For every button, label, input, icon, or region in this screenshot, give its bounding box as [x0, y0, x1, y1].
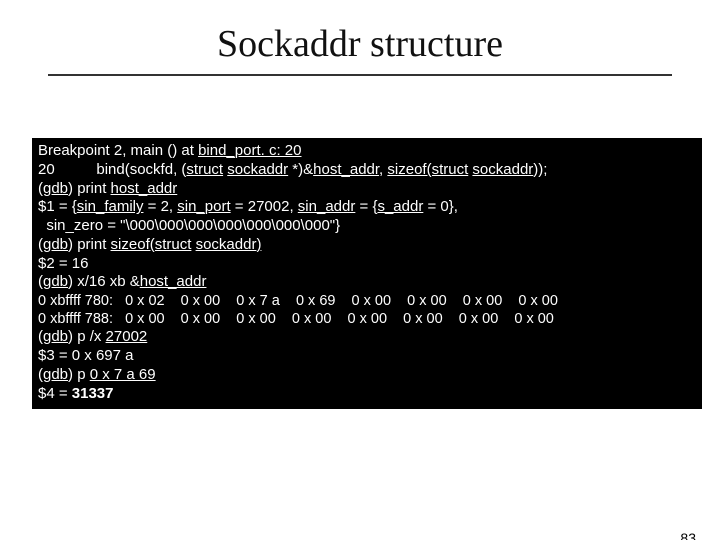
- text: ));: [533, 161, 547, 178]
- text: $4 =: [38, 385, 72, 402]
- slide: Sockaddr structure Breakpoint 2, main ()…: [0, 22, 720, 540]
- text: sizeof(struct: [111, 236, 192, 253]
- terminal-line: $4 = 31337: [38, 385, 696, 404]
- text: 0 xbffff 788: 0 x 00 0 x 00 0 x 00 0 x 0…: [38, 311, 554, 327]
- text: sockaddr: [227, 161, 288, 178]
- text: sin_addr: [298, 198, 356, 215]
- terminal-line: (gdb) p /x 27002: [38, 328, 696, 347]
- text: 0 xbffff 780: 0 x 02 0 x 00 0 x 7 a 0 x …: [38, 293, 558, 309]
- text: host_addr: [140, 273, 207, 290]
- text: Breakpoint 2, main () at: [38, 142, 198, 159]
- terminal-memdump-line: 0 xbffff 780: 0 x 02 0 x 00 0 x 7 a 0 x …: [38, 292, 696, 310]
- text: host_addr: [111, 180, 178, 197]
- terminal-line: (gdb) print host_addr: [38, 180, 696, 199]
- text: gdb: [43, 273, 68, 290]
- text: struct: [186, 161, 223, 178]
- text: sockaddr: [472, 161, 533, 178]
- text: ) p: [68, 366, 90, 383]
- text: gdb: [43, 328, 68, 345]
- text: bind_port. c: 20: [198, 142, 301, 159]
- text: ) p /x: [68, 328, 106, 345]
- terminal-line: sin_zero = "\000\000\000\000\000\000\000…: [38, 217, 696, 236]
- slide-title: Sockaddr structure: [0, 22, 720, 66]
- terminal-line: (gdb) print sizeof(struct sockaddr): [38, 236, 696, 255]
- text: host_addr: [313, 161, 379, 178]
- text: gdb: [43, 366, 68, 383]
- terminal-memdump-line: 0 xbffff 788: 0 x 00 0 x 00 0 x 00 0 x 0…: [38, 310, 696, 328]
- terminal-line: $3 = 0 x 697 a: [38, 347, 696, 366]
- text: = 0},: [423, 198, 458, 215]
- terminal-line: (gdb) p 0 x 7 a 69: [38, 366, 696, 385]
- text: gdb: [43, 236, 68, 253]
- text: ) x/16 xb &: [68, 273, 140, 290]
- text: 31337: [72, 385, 114, 402]
- text: 0 x 7 a 69: [90, 366, 156, 383]
- text: gdb: [43, 180, 68, 197]
- text: ) print: [68, 236, 111, 253]
- text: *)&: [288, 161, 313, 178]
- text: ): [256, 236, 261, 253]
- text: s_addr: [377, 198, 423, 215]
- text: = {: [355, 198, 377, 215]
- text: $3 = 0 x 697 a: [38, 347, 134, 364]
- text: sizeof(struct: [387, 161, 468, 178]
- terminal-block: Breakpoint 2, main () at bind_port. c: 2…: [32, 138, 702, 409]
- terminal-line: $1 = {sin_family = 2, sin_port = 27002, …: [38, 198, 696, 217]
- terminal-line: Breakpoint 2, main () at bind_port. c: 2…: [38, 142, 696, 161]
- text: 20 bind(sockfd, (: [38, 161, 186, 178]
- text: sin_family: [77, 198, 144, 215]
- terminal-line: $2 = 16: [38, 255, 696, 274]
- terminal-line: 20 bind(sockfd, (struct sockaddr *)&host…: [38, 161, 696, 180]
- text: = 2,: [143, 198, 177, 215]
- text: sin_port: [177, 198, 230, 215]
- text: sin_zero = "\000\000\000\000\000\000\000…: [38, 217, 340, 234]
- text: 27002: [106, 328, 148, 345]
- text: ) print: [68, 180, 111, 197]
- text: sockaddr: [196, 236, 257, 253]
- terminal-line: (gdb) x/16 xb &host_addr: [38, 273, 696, 292]
- text: $2 = 16: [38, 255, 88, 272]
- page-number: 83: [680, 530, 696, 540]
- text: $1 = {: [38, 198, 77, 215]
- title-rule: [48, 74, 672, 76]
- text: = 27002,: [231, 198, 298, 215]
